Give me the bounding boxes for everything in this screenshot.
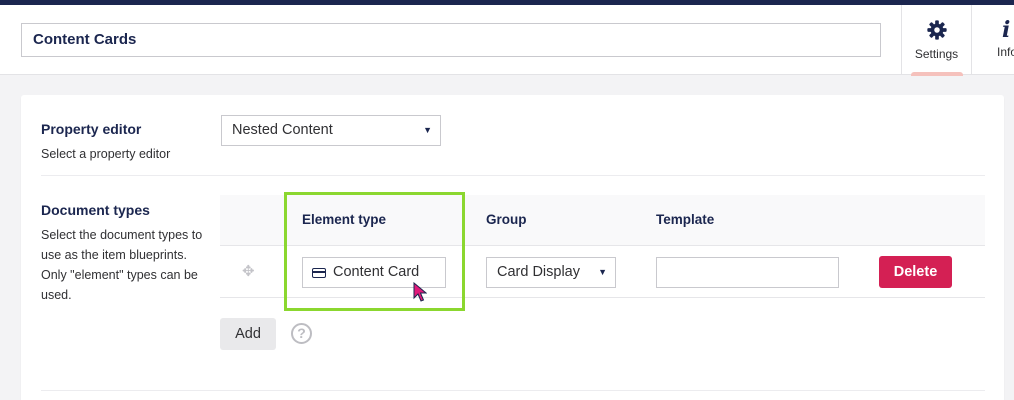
mouse-cursor-icon — [413, 282, 427, 302]
column-group: Group — [486, 212, 527, 227]
tab-settings-label: Settings — [914, 47, 959, 61]
template-input[interactable] — [656, 257, 839, 288]
gear-icon — [926, 20, 947, 40]
info-icon: i — [1002, 17, 1011, 43]
tab-info[interactable]: i Info — [971, 5, 1014, 75]
row-divider — [41, 175, 985, 176]
chevron-down-icon: ▼ — [598, 267, 607, 277]
document-types-description: Select the document types to use as the … — [41, 228, 203, 302]
help-icon[interactable]: ? — [291, 323, 312, 344]
group-selected-value: Card Display — [497, 264, 580, 280]
document-type-name-input[interactable]: Content Cards — [21, 23, 881, 57]
row-divider — [41, 390, 985, 391]
drag-handle-icon[interactable]: ✥ — [242, 262, 255, 280]
tab-info-label: Info — [997, 45, 1014, 59]
property-editor-label: Property editor — [41, 121, 142, 137]
chevron-down-icon: ▼ — [423, 125, 432, 135]
active-tab-indicator — [911, 72, 963, 76]
settings-panel: Property editor Select a property editor… — [21, 95, 1004, 400]
property-editor-description: Select a property editor — [41, 147, 171, 161]
delete-button[interactable]: Delete — [879, 256, 952, 288]
group-select[interactable]: Card Display ▼ — [486, 257, 616, 288]
column-template: Template — [656, 212, 715, 227]
tab-settings[interactable]: Settings — [901, 5, 971, 76]
property-editor-select[interactable]: Nested Content ▼ — [221, 115, 441, 146]
element-type-highlight-box — [284, 192, 465, 311]
document-types-label: Document types — [41, 202, 150, 218]
property-editor-selected-value: Nested Content — [232, 122, 333, 138]
editor-header: Content Cards Settings i Info — [0, 5, 1014, 76]
add-button[interactable]: Add — [220, 318, 276, 350]
